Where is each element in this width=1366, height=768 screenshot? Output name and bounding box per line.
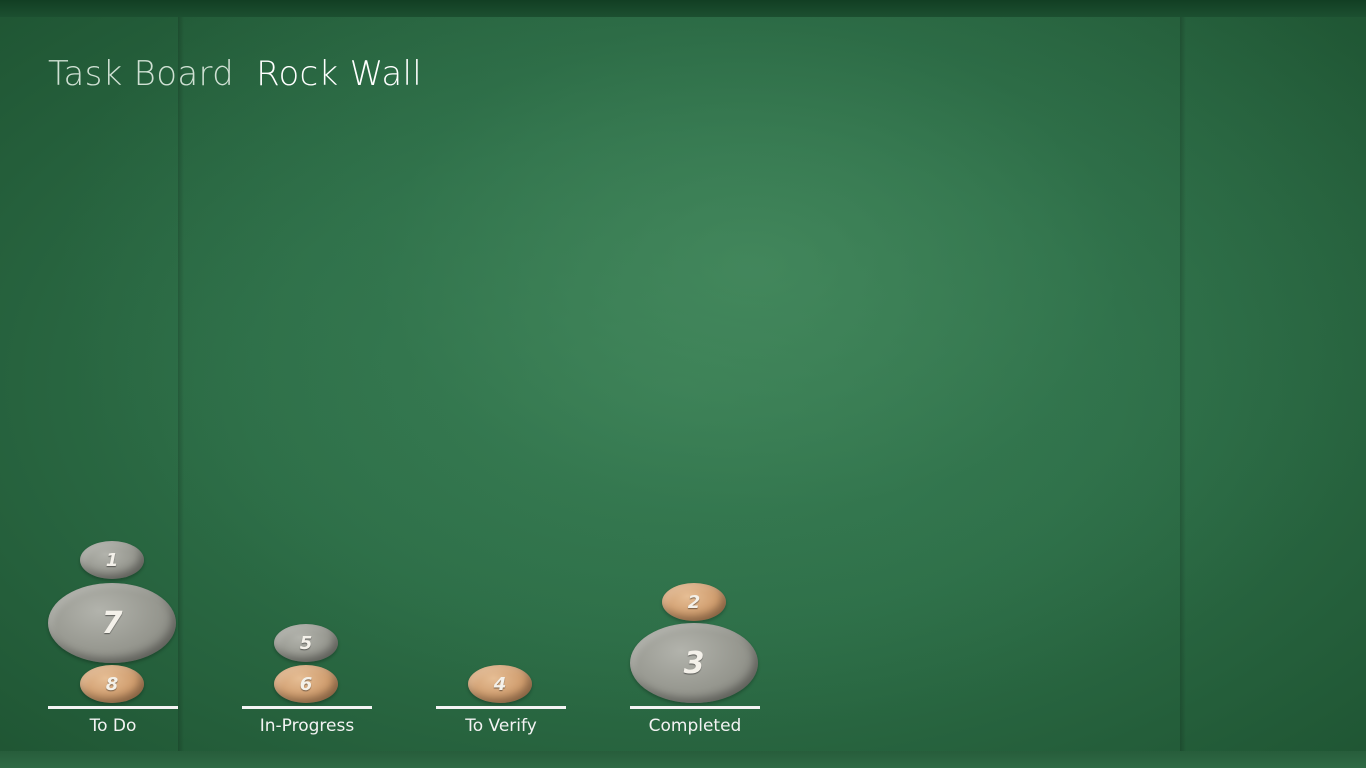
task-number: 4: [493, 673, 507, 695]
lane-to-verify: 4 To Verify: [436, 540, 566, 740]
task-number: 6: [299, 673, 313, 695]
lane-label: To Verify: [465, 716, 537, 736]
task-number: 2: [687, 591, 701, 613]
lane-label: In-Progress: [259, 716, 355, 736]
lane-shelf: [436, 706, 566, 709]
task-rock-6[interactable]: 6: [274, 665, 338, 703]
page-header: Task Board Rock Wall: [48, 54, 422, 94]
lane-shelf: [48, 706, 178, 709]
task-number: 8: [105, 673, 119, 695]
task-rock-4[interactable]: 4: [468, 665, 532, 703]
lane-to-do: 1 7 8 To Do: [48, 540, 178, 740]
lane-label: To Do: [89, 716, 137, 736]
chalkboard: Task Board Rock Wall 1 7 8 To Do 5 6 In-P…: [0, 0, 1366, 768]
task-rock-1[interactable]: 1: [80, 541, 144, 579]
lane-completed: 2 3 Completed: [630, 540, 760, 740]
task-number: 7: [101, 605, 123, 641]
task-rock-7[interactable]: 7: [48, 583, 176, 663]
board-top-frame: [0, 0, 1366, 17]
task-number: 3: [683, 645, 705, 681]
panel-divider: [178, 17, 184, 751]
task-rock-3[interactable]: 3: [630, 623, 758, 703]
lane-in-progress: 5 6 In-Progress: [242, 540, 372, 740]
task-rock-2[interactable]: 2: [662, 583, 726, 621]
lane-label: Completed: [648, 716, 742, 736]
lane-shelf: [242, 706, 372, 709]
page-title: Rock Wall: [256, 54, 423, 94]
task-rock-8[interactable]: 8: [80, 665, 144, 703]
app-title: Task Board: [48, 54, 235, 94]
panel-divider: [1180, 17, 1186, 751]
task-number: 1: [105, 549, 119, 571]
task-rock-5[interactable]: 5: [274, 624, 338, 662]
task-number: 5: [299, 632, 313, 654]
lane-shelf: [630, 706, 760, 709]
board-bottom-frame: [0, 751, 1366, 768]
